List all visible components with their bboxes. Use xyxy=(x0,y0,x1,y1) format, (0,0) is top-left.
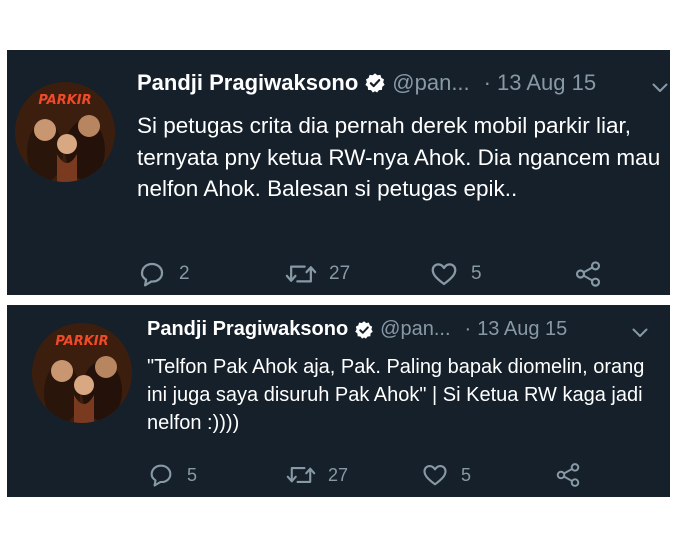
author-handle[interactable]: @pan... xyxy=(392,70,469,96)
retweet-icon xyxy=(286,467,316,483)
share-icon xyxy=(556,463,580,487)
like-icon xyxy=(423,464,447,486)
author-name[interactable]: Pandji Pragiwaksono xyxy=(137,70,358,96)
chevron-down-icon[interactable] xyxy=(652,83,668,93)
like-count: 5 xyxy=(471,263,482,284)
share-icon xyxy=(575,261,601,287)
share-button[interactable] xyxy=(554,461,582,489)
separator-dot: · xyxy=(464,318,472,340)
author-handle[interactable]: @pan... xyxy=(380,318,450,341)
separator-dot: · xyxy=(483,70,491,95)
retweet-button[interactable]: 27 xyxy=(285,259,350,289)
verified-icon xyxy=(365,73,385,93)
chevron-down-icon[interactable] xyxy=(632,328,648,338)
avatar[interactable]: PARKIR xyxy=(32,323,132,423)
like-button[interactable]: 5 xyxy=(421,461,471,489)
reply-button[interactable]: 5 xyxy=(147,461,197,489)
tweet-header: Pandji Pragiwaksono @pan... · 13 Aug 15 xyxy=(147,318,567,341)
tweet-header: Pandji Pragiwaksono @pan... · 13 Aug 15 xyxy=(137,70,596,96)
tweet-text: "Telfon Pak Ahok aja, Pak. Paling bapak … xyxy=(147,356,645,434)
tweet-card[interactable]: PARKIR Pandji Pragiwaksono @pan... · 13 … xyxy=(7,305,670,497)
reply-button[interactable]: 2 xyxy=(137,259,190,289)
tweet-text: Si petugas crita dia pernah derek mobil … xyxy=(137,113,661,201)
tweet-date[interactable]: 13 Aug 15 xyxy=(477,318,567,341)
retweet-icon xyxy=(285,265,317,283)
reply-count: 5 xyxy=(187,464,198,485)
avatar[interactable]: PARKIR xyxy=(15,82,115,182)
retweet-count: 27 xyxy=(329,263,351,284)
like-icon xyxy=(431,263,457,286)
like-count: 5 xyxy=(461,464,472,485)
retweet-count: 27 xyxy=(328,464,349,485)
like-button[interactable]: 5 xyxy=(429,259,482,289)
retweet-button[interactable]: 27 xyxy=(286,461,348,489)
author-name[interactable]: Pandji Pragiwaksono xyxy=(147,318,348,341)
share-button[interactable] xyxy=(573,259,603,289)
avatar-logo-text: PARKIR xyxy=(55,334,108,349)
reply-icon xyxy=(140,262,164,287)
reply-icon xyxy=(150,464,172,487)
tweet-card[interactable]: PARKIR Pandji Pragiwaksono @pan... · 13 … xyxy=(7,50,670,295)
avatar-logo-text: PARKIR xyxy=(38,93,91,108)
reply-count: 2 xyxy=(179,263,190,284)
verified-icon xyxy=(355,320,373,339)
tweet-date[interactable]: 13 Aug 15 xyxy=(497,70,596,96)
